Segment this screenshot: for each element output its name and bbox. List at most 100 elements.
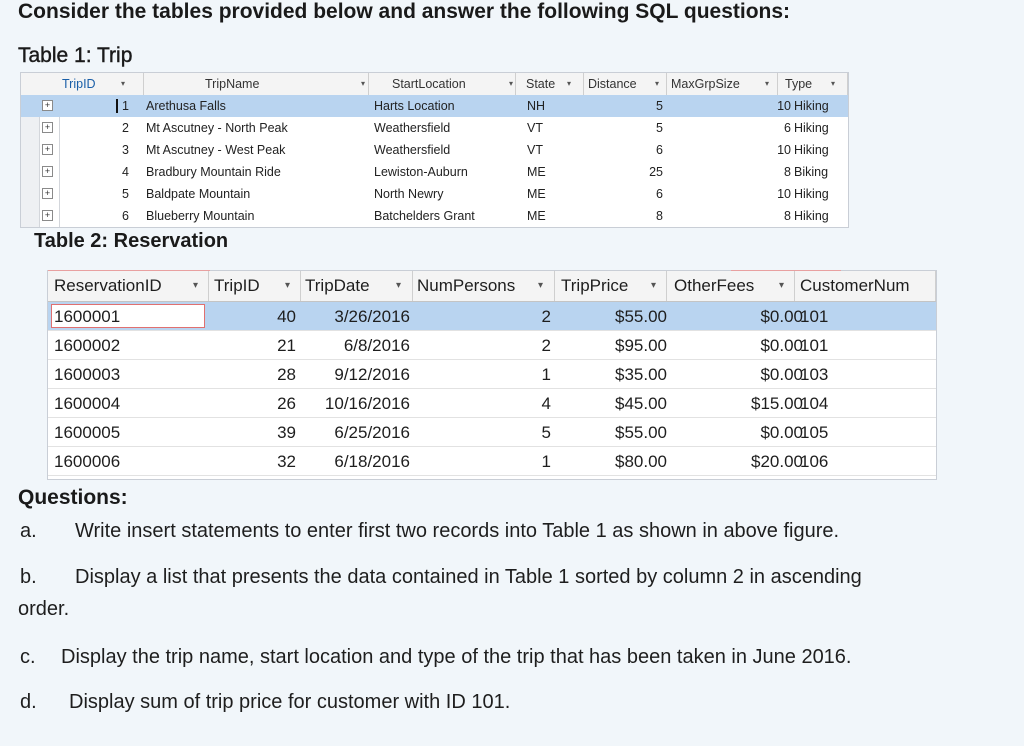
column-header-label: ReservationID	[54, 276, 162, 295]
column-header-tripprice[interactable]: TripPrice ▾	[555, 271, 667, 301]
column-header-label: TripID	[62, 77, 96, 91]
expand-row-icon[interactable]: +	[42, 166, 53, 177]
column-header-state[interactable]: State ▾	[516, 73, 584, 95]
table-cell: Hiking	[794, 187, 829, 201]
dropdown-arrow-icon[interactable]: ▾	[831, 73, 835, 95]
table-row[interactable]: +2 Mt Ascutney - North Peak Weathersfield V…	[21, 117, 848, 139]
table-cell: Lewiston-Auburn	[374, 165, 468, 179]
column-header-label: Distance	[588, 77, 637, 91]
expand-row-icon[interactable]: +	[42, 210, 53, 221]
column-header-customernum[interactable]: CustomerNum	[795, 271, 936, 301]
column-header-otherfees[interactable]: OtherFees ▾	[667, 271, 795, 301]
table-cell: 6	[656, 143, 663, 157]
table-cell: 10	[777, 143, 791, 157]
column-header-label: Type	[785, 77, 813, 91]
column-header-label: MaxGrpSize	[671, 77, 740, 91]
column-header-tripid[interactable]: TripID ▾	[209, 271, 301, 301]
table2-caption: Table 2: Reservation	[34, 230, 229, 252]
table-cell: Hiking	[794, 99, 829, 113]
question-b-text-continued: order.	[18, 598, 70, 620]
table-row[interactable]: +5 Baldpate Mountain North Newry ME 6 10 Hikin…	[21, 183, 848, 205]
column-header-tripname[interactable]: TripName ▾	[144, 73, 369, 95]
dropdown-arrow-icon[interactable]: ▾	[655, 73, 659, 95]
table-cell: 10	[777, 99, 791, 113]
table-cell: Mt Ascutney - North Peak	[146, 121, 288, 135]
table-cell: 1600004	[54, 394, 121, 413]
table-cell: 6	[784, 121, 791, 135]
dropdown-arrow-icon[interactable]: ▾	[567, 73, 571, 95]
table-row[interactable]: +1 Arethusa Falls Harts Location NH 5 10 Hikin…	[21, 95, 848, 117]
column-header-maxgrpsize[interactable]: MaxGrpSize ▾	[667, 73, 778, 95]
table-row[interactable]: 1600006 32 6/18/2016 1 $80.00 $20.00 106	[48, 447, 936, 476]
table-cell: ME	[527, 187, 546, 201]
column-header-reservationid[interactable]: ReservationID ▾	[48, 271, 209, 301]
question-a-text: Write insert statements to enter first t…	[75, 520, 840, 542]
expand-row-icon[interactable]: +	[42, 122, 53, 133]
table-cell: 4	[541, 394, 551, 413]
dropdown-arrow-icon[interactable]: ▾	[538, 271, 543, 301]
table-cell: NH	[527, 99, 546, 113]
question-b-text: Display a list that presents the data co…	[75, 566, 862, 588]
dropdown-arrow-icon[interactable]: ▾	[779, 271, 784, 301]
table-cell: 39	[277, 423, 296, 442]
table-cell: Baldpate Mountain	[146, 187, 251, 201]
column-header-startlocation[interactable]: StartLocation ▾	[369, 73, 516, 95]
table-cell: 105	[800, 423, 829, 442]
dropdown-arrow-icon[interactable]: ▾	[765, 73, 769, 95]
table-cell: 6	[656, 187, 663, 201]
table-cell: Batchelders Grant	[374, 209, 475, 223]
table-cell: 1600002	[54, 336, 121, 355]
dropdown-arrow-icon[interactable]: ▾	[651, 271, 656, 301]
table-cell: 2	[541, 336, 551, 355]
table-cell: 2	[122, 121, 129, 135]
dropdown-arrow-icon[interactable]: ▾	[361, 73, 365, 95]
expand-row-icon[interactable]: +	[42, 188, 53, 199]
column-header-label: TripPrice	[561, 276, 629, 295]
question-a-letter: a.	[20, 520, 37, 542]
table-cell: 1600005	[54, 423, 121, 442]
table-cell: ME	[527, 165, 546, 179]
table-cell: 26	[277, 394, 296, 413]
table-cell: Hiking	[794, 143, 829, 157]
table-row[interactable]: +4 Bradbury Mountain Ride Lewiston-Auburn M…	[21, 161, 848, 183]
table-cell: 5	[122, 187, 129, 201]
table-row[interactable]: 1600001 40 3/26/2016 2 $55.00 $0.00 101	[48, 302, 936, 331]
table-row[interactable]: 1600002 21 6/8/2016 2 $95.00 $0.00 101	[48, 331, 936, 360]
table-cell: 6	[122, 209, 129, 223]
column-header-label: TripID	[214, 276, 260, 295]
table-row[interactable]: +6 Blueberry Mountain Batchelders Grant ME 8…	[21, 205, 848, 227]
table-cell: 5	[656, 121, 663, 135]
table-row[interactable]: 1600003 28 9/12/2016 1 $35.00 $0.00 103	[48, 360, 936, 389]
table-cell: 5	[656, 99, 663, 113]
dropdown-arrow-icon[interactable]: ▾	[121, 73, 125, 95]
table-row[interactable]: 1600005 39 6/25/2016 5 $55.00 $0.00 105	[48, 418, 936, 447]
column-header-label: TripDate	[305, 276, 370, 295]
column-header-tripdate[interactable]: TripDate ▾	[301, 271, 413, 301]
dropdown-arrow-icon[interactable]: ▾	[509, 73, 513, 95]
table-cell: 10/16/2016	[324, 394, 410, 413]
table-cell: $45.00	[615, 394, 667, 413]
table-cell: 6/25/2016	[334, 423, 410, 442]
column-header-type[interactable]: Type ▾	[778, 73, 848, 95]
table-cell: 1600003	[54, 365, 121, 384]
column-header-tripid[interactable]: TripID ▾	[59, 73, 144, 95]
dropdown-arrow-icon[interactable]: ▾	[285, 271, 290, 301]
expand-row-icon[interactable]: +	[42, 144, 53, 155]
table-cell: Arethusa Falls	[146, 99, 226, 113]
column-header-distance[interactable]: Distance ▾	[584, 73, 667, 95]
table-cell: VT	[527, 143, 543, 157]
table-cell: 1	[541, 365, 551, 384]
column-header-numpersons[interactable]: NumPersons ▾	[413, 271, 555, 301]
table-cell: $15.00	[751, 394, 803, 413]
table-cell: $55.00	[615, 423, 667, 442]
table-cell: 106	[800, 452, 829, 471]
dropdown-arrow-icon[interactable]: ▾	[193, 271, 198, 301]
page-heading: Consider the tables provided below and a…	[18, 0, 791, 23]
reservation-table: ReservationID ▾ TripID ▾ TripDate ▾ NumPersons…	[47, 270, 937, 480]
dropdown-arrow-icon[interactable]: ▾	[396, 271, 401, 301]
table-row[interactable]: +3 Mt Ascutney - West Peak Weathersfield VT…	[21, 139, 848, 161]
expand-row-icon[interactable]: +	[42, 100, 53, 111]
table-cell[interactable]: 1600001	[54, 302, 204, 331]
table-row[interactable]: 1600004 26 10/16/2016 4 $45.00 $15.00 104	[48, 389, 936, 418]
table-cell: Weathersfield	[374, 121, 451, 135]
